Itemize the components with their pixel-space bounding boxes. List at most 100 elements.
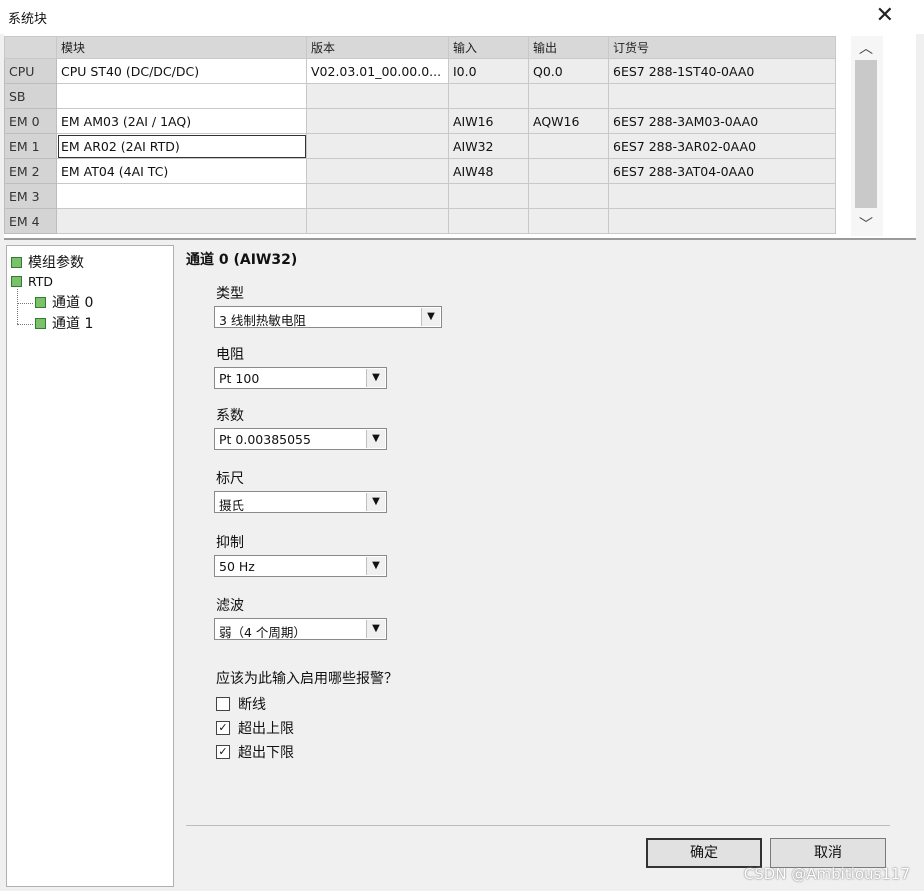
table-header-row: 模块 版本 输入 输出 订货号 — [4, 36, 836, 59]
header-order-number: 订货号 — [608, 36, 836, 59]
tree-item-label: 通道 0 — [52, 295, 94, 311]
module-cell[interactable] — [56, 83, 307, 109]
type-dropdown[interactable]: 3 线制热敏电阻 ▼ — [214, 306, 442, 328]
table-row[interactable]: EM 4 — [4, 208, 836, 234]
table-row[interactable]: EM 2 EM AT04 (4AI TC) AIW48 6ES7 288-3AT… — [4, 158, 836, 184]
alarm-question: 应该为此输入启用哪些报警？ — [216, 671, 398, 687]
tree-item-channel-1[interactable]: 通道 1 — [35, 313, 93, 333]
checkbox-checked-icon[interactable]: ✓ — [216, 745, 230, 759]
module-cell[interactable] — [56, 208, 307, 234]
output-cell — [528, 133, 609, 159]
cancel-button[interactable]: 取消 — [770, 838, 886, 868]
tree-item-channel-0[interactable]: 通道 0 — [35, 292, 93, 312]
green-check-icon — [11, 256, 22, 268]
input-cell — [448, 183, 529, 209]
pane-divider[interactable] — [4, 238, 916, 240]
chevron-down-icon[interactable]: ▼ — [366, 620, 385, 638]
tree-item-module-params[interactable]: 模组参数 — [11, 252, 84, 272]
version-cell — [306, 208, 449, 234]
input-cell — [448, 83, 529, 109]
coefficient-label: 系数 — [216, 408, 244, 424]
panel-title: 通道 0 (AIW32) — [186, 252, 298, 268]
coefficient-value: Pt 0.00385055 — [219, 432, 311, 447]
input-cell: I0.0 — [448, 58, 529, 84]
order-cell: 6ES7 288-3AT04-0AA0 — [608, 158, 836, 184]
row-slot: EM 3 — [4, 183, 57, 209]
resistance-label: 电阻 — [216, 347, 244, 363]
version-cell: V02.03.01_00.00.0... — [306, 58, 449, 84]
order-cell: 6ES7 288-3AR02-0AA0 — [608, 133, 836, 159]
header-output: 输出 — [528, 36, 609, 59]
scrollbar-thumb[interactable] — [855, 60, 877, 208]
chevron-down-icon[interactable]: ▼ — [366, 493, 385, 511]
module-cell[interactable] — [56, 183, 307, 209]
table-row-selected[interactable]: EM 1 EM AR02 (2AI RTD) AIW32 6ES7 288-3A… — [4, 133, 836, 159]
input-cell: AIW32 — [448, 133, 529, 159]
tree-item-label: 模组参数 — [28, 255, 84, 271]
row-slot: EM 1 — [4, 133, 57, 159]
output-cell — [528, 208, 609, 234]
filter-label: 滤波 — [216, 598, 244, 614]
order-cell: 6ES7 288-3AM03-0AA0 — [608, 108, 836, 134]
channel-settings-panel: 通道 0 (AIW32) 类型 3 线制热敏电阻 ▼ 电阻 Pt 100 ▼ 系… — [176, 245, 916, 885]
resistance-dropdown[interactable]: Pt 100 ▼ — [214, 367, 387, 389]
version-cell — [306, 183, 449, 209]
chevron-up-icon[interactable]: ︿ — [859, 38, 873, 58]
alarm-upper-limit-checkbox[interactable]: ✓ 超出上限 — [216, 718, 294, 738]
filter-dropdown[interactable]: 弱（4 个周期） ▼ — [214, 618, 387, 640]
scale-dropdown[interactable]: 摄氏 ▼ — [214, 491, 387, 513]
order-cell — [608, 208, 836, 234]
row-slot: SB — [4, 83, 57, 109]
tree-item-rtd[interactable]: RTD — [11, 274, 53, 289]
chevron-down-icon[interactable]: ▼ — [366, 430, 385, 448]
table-row[interactable]: SB — [4, 83, 836, 109]
row-slot: EM 0 — [4, 108, 57, 134]
table-row[interactable]: EM 0 EM AM03 (2AI / 1AQ) AIW16 AQW16 6ES… — [4, 108, 836, 134]
alarm-wire-break-checkbox[interactable]: 断线 — [216, 694, 266, 714]
coefficient-dropdown[interactable]: Pt 0.00385055 ▼ — [214, 428, 387, 450]
order-cell — [608, 183, 836, 209]
type-label: 类型 — [216, 286, 244, 302]
rejection-value: 50 Hz — [219, 559, 255, 574]
version-cell — [306, 108, 449, 134]
order-cell: 6ES7 288-1ST40-0AA0 — [608, 58, 836, 84]
input-cell: AIW16 — [448, 108, 529, 134]
version-cell — [306, 133, 449, 159]
green-check-icon — [35, 296, 46, 308]
module-cell-selected[interactable]: EM AR02 (2AI RTD) — [56, 133, 307, 159]
checkbox-checked-icon[interactable]: ✓ — [216, 721, 230, 735]
version-cell — [306, 158, 449, 184]
filter-value: 弱（4 个周期） — [219, 625, 306, 640]
tree-connector — [17, 289, 18, 324]
rejection-label: 抑制 — [216, 535, 244, 551]
header-slot — [4, 36, 57, 59]
module-cell[interactable]: EM AM03 (2AI / 1AQ) — [56, 108, 307, 134]
checkbox-icon[interactable] — [216, 697, 230, 711]
checkbox-label: 超出下限 — [238, 745, 294, 761]
module-cell[interactable]: CPU ST40 (DC/DC/DC) — [56, 58, 307, 84]
output-cell — [528, 158, 609, 184]
rejection-dropdown[interactable]: 50 Hz ▼ — [214, 555, 387, 577]
chevron-down-icon[interactable]: ▼ — [366, 557, 385, 575]
module-cell[interactable]: EM AT04 (4AI TC) — [56, 158, 307, 184]
version-cell — [306, 83, 449, 109]
resistance-value: Pt 100 — [219, 371, 260, 386]
output-cell — [528, 83, 609, 109]
chevron-down-icon[interactable]: ▼ — [421, 308, 440, 326]
chevron-down-icon[interactable]: ▼ — [366, 369, 385, 387]
close-icon[interactable]: ✕ — [876, 3, 894, 28]
table-scrollbar[interactable]: ︿ ﹀ — [851, 36, 883, 236]
table-row[interactable]: EM 3 — [4, 183, 836, 209]
chevron-down-icon[interactable]: ﹀ — [859, 214, 873, 234]
scale-value: 摄氏 — [219, 498, 245, 513]
alarm-lower-limit-checkbox[interactable]: ✓ 超出下限 — [216, 742, 294, 762]
tree-item-label: RTD — [28, 274, 54, 289]
input-cell: AIW48 — [448, 158, 529, 184]
separator — [186, 825, 890, 826]
checkbox-label: 断线 — [238, 697, 266, 713]
checkbox-label: 超出上限 — [238, 721, 294, 737]
row-slot: EM 2 — [4, 158, 57, 184]
module-table: 模块 版本 输入 输出 订货号 CPU CPU ST40 (DC/DC/DC) … — [4, 36, 836, 234]
ok-button[interactable]: 确定 — [646, 838, 762, 868]
table-row[interactable]: CPU CPU ST40 (DC/DC/DC) V02.03.01_00.00.… — [4, 58, 836, 84]
